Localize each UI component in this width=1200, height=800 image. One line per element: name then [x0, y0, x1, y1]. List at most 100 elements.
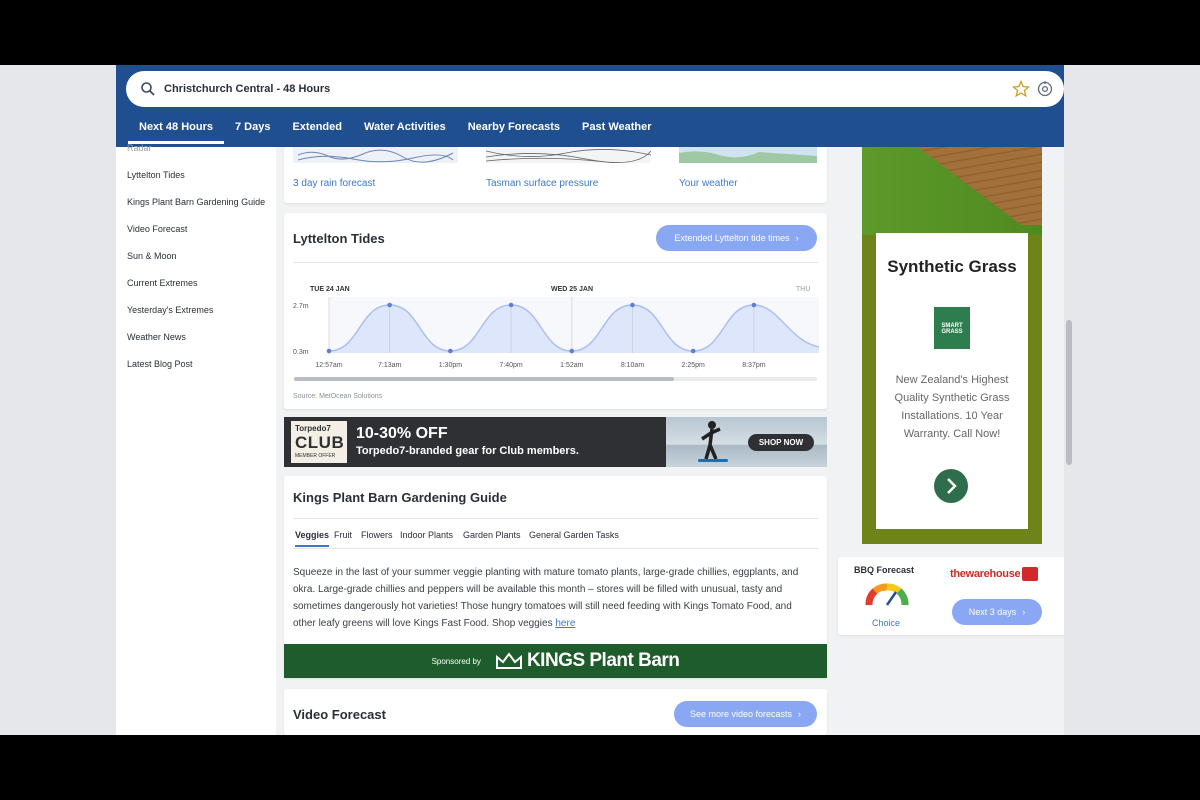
promo-subline: Torpedo7-branded gear for Club members. [356, 445, 579, 457]
tide-point [387, 302, 392, 308]
tide-source: Source: MetOcean Solutions [293, 393, 383, 400]
tab-next-48-hours[interactable]: Next 48 Hours [128, 117, 224, 144]
gardening-guide-card: Kings Plant Barn Gardening Guide Veggies… [284, 476, 827, 678]
pressure-map-thumbnail[interactable] [486, 147, 651, 163]
sidebar-item-video-forecast[interactable]: Video Forecast [127, 224, 187, 234]
tab-indoor-plants[interactable]: Indoor Plants [400, 530, 453, 540]
page: Christchurch Central - 48 Hours Next 48 … [116, 65, 1074, 735]
your-weather-link[interactable]: Your weather [679, 178, 738, 189]
shop-veggies-link[interactable]: here [555, 618, 575, 629]
more-video-forecasts-button[interactable]: See more video forecasts › [674, 701, 817, 727]
browser-viewport: Christchurch Central - 48 Hours Next 48 … [0, 65, 1200, 735]
tide-low-label: 0.3m [293, 349, 309, 356]
bbq-title: BBQ Forecast [854, 565, 915, 575]
sidebar-item-current-extremes[interactable]: Current Extremes [127, 278, 198, 288]
tide-time-label: 8:37pm [742, 362, 766, 369]
garden-divider [293, 518, 818, 519]
rain-forecast-link[interactable]: 3 day rain forecast [293, 178, 375, 189]
tab-past-weather[interactable]: Past Weather [571, 117, 663, 144]
sidebar-item-yesterdays-extremes[interactable]: Yesterday's Extremes [127, 305, 213, 315]
logo-member-offer: MEMBER OFFER [295, 453, 336, 459]
chevron-right-icon [947, 478, 957, 494]
your-weather-map-thumbnail[interactable] [679, 147, 817, 163]
chevron-right-icon: › [1022, 607, 1026, 617]
extended-tide-times-button[interactable]: Extended Lyttelton tide times › [656, 225, 817, 251]
rain-map-thumbnail[interactable] [293, 147, 458, 163]
tide-time-label: 7:40pm [499, 362, 523, 369]
tab-extended[interactable]: Extended [281, 117, 353, 144]
location-settings-icon[interactable] [1036, 80, 1054, 98]
bbq-rating: Choice [872, 618, 901, 628]
synthetic-grass-ad[interactable]: Synthetic Grass SMART GRASS New Zealand'… [862, 147, 1042, 544]
gardening-text: Squeeze in the last of your summer veggi… [293, 564, 813, 632]
shop-now-button[interactable]: SHOP NOW [748, 434, 814, 451]
ad-arrow-button[interactable] [934, 469, 968, 503]
kings-plant-barn-logo: KINGS Plant Barn [526, 650, 680, 671]
tide-high-label: 2.7m [293, 303, 309, 310]
tide-day-label: WED 25 JAN [551, 286, 593, 293]
search-input[interactable]: Christchurch Central - 48 Hours [164, 83, 330, 95]
more-video-forecasts-label: See more video forecasts [689, 709, 793, 719]
surfer-figure [698, 421, 728, 462]
tab-flowers[interactable]: Flowers [361, 530, 393, 540]
kings-sponsor-banner[interactable]: Sponsored by KINGS Plant Barn [284, 644, 827, 678]
tide-point [569, 348, 575, 354]
tide-point [630, 302, 635, 308]
tab-veggies[interactable]: Veggies [295, 530, 330, 547]
sidebar-item-sun-moon[interactable]: Sun & Moon [127, 251, 177, 261]
tab-fruit[interactable]: Fruit [334, 530, 352, 540]
sponsored-by-label: Sponsored by [431, 656, 481, 666]
tab-water-activities[interactable]: Water Activities [353, 117, 457, 144]
page-scrollbar[interactable] [1064, 65, 1074, 735]
tide-day-label: THU [796, 286, 810, 293]
surface-pressure-link[interactable]: Tasman surface pressure [486, 178, 598, 189]
video-forecast-card: Video Forecast See more video forecasts … [284, 689, 827, 735]
search-bar[interactable]: Christchurch Central - 48 Hours [126, 71, 1064, 107]
torpedo7-promo-banner[interactable]: Torpedo7 CLUB MEMBER OFFER 10-30% OFF To… [284, 417, 827, 467]
tab-7-days[interactable]: 7 Days [224, 117, 281, 144]
torpedo7-club-logo: Torpedo7 CLUB MEMBER OFFER [291, 421, 347, 463]
sidebar-item-weather-news[interactable]: Weather News [127, 332, 186, 342]
next-3-days-button[interactable]: Next 3 days › [952, 599, 1042, 625]
search-icon [141, 82, 155, 96]
promo-headline: 10-30% OFF [356, 425, 448, 442]
tab-garden-plants[interactable]: Garden Plants [463, 530, 521, 540]
chevron-right-icon: › [795, 233, 799, 243]
the-warehouse-wordmark: thewarehouse [950, 567, 1021, 580]
forecast-nav: Next 48 Hours 7 Days Extended Water Acti… [128, 117, 663, 144]
ad-body: New Zealand's Highest Quality Synthetic … [894, 374, 1010, 440]
tide-time-label: 7:13am [378, 362, 402, 369]
tide-time-label: 1:30pm [439, 362, 463, 369]
sidebar-item-lyttelton-tides[interactable]: Lyttelton Tides [127, 170, 185, 180]
extended-tide-times-label: Extended Lyttelton tide times [674, 233, 790, 243]
next-3-days-label: Next 3 days [968, 607, 1017, 617]
the-warehouse-badge-icon [1022, 567, 1039, 581]
gardening-guide-title: Kings Plant Barn Gardening Guide [293, 490, 507, 505]
tides-divider [293, 262, 818, 263]
maps-card: 3 day rain forecast Tasman surface press… [284, 147, 827, 203]
ad-title: Synthetic Grass [887, 257, 1017, 276]
video-forecast-title: Video Forecast [293, 707, 386, 722]
tide-point [448, 348, 453, 354]
smart-grass-logo: SMART GRASS [934, 307, 970, 349]
header: Christchurch Central - 48 Hours Next 48 … [116, 65, 1074, 147]
tides-card: Lyttelton Tides Extended Lyttelton tide … [284, 213, 827, 409]
sidebar-item-gardening-guide[interactable]: Kings Plant Barn Gardening Guide [127, 197, 265, 207]
tide-point [508, 302, 514, 308]
garden-tabs-divider [293, 548, 818, 549]
ad-panel: Synthetic Grass SMART GRASS New Zealand'… [876, 233, 1028, 529]
tab-general-garden-tasks[interactable]: General Garden Tasks [529, 530, 619, 540]
tide-day-label: TUE 24 JAN [310, 286, 350, 293]
crown-icon [495, 652, 522, 669]
sidebar-item-latest-blog-post[interactable]: Latest Blog Post [127, 359, 193, 369]
the-warehouse-logo: thewarehouse [950, 567, 1039, 581]
bbq-gauge-icon [865, 583, 909, 606]
sidebar-item-radar[interactable]: Radar [127, 143, 152, 153]
tab-nearby-forecasts[interactable]: Nearby Forecasts [457, 117, 571, 144]
tide-scroll-thumb[interactable] [294, 377, 674, 381]
logo-club: CLUB [295, 433, 345, 452]
scrollbar-thumb[interactable] [1066, 320, 1072, 465]
tide-chart[interactable]: 12:57am 7:13am 1:30pm 7:40pm 1:52am 8:10am 2:2… [284, 283, 827, 393]
gardening-body: Squeeze in the last of your summer veggi… [293, 567, 799, 629]
star-icon[interactable] [1012, 80, 1030, 98]
